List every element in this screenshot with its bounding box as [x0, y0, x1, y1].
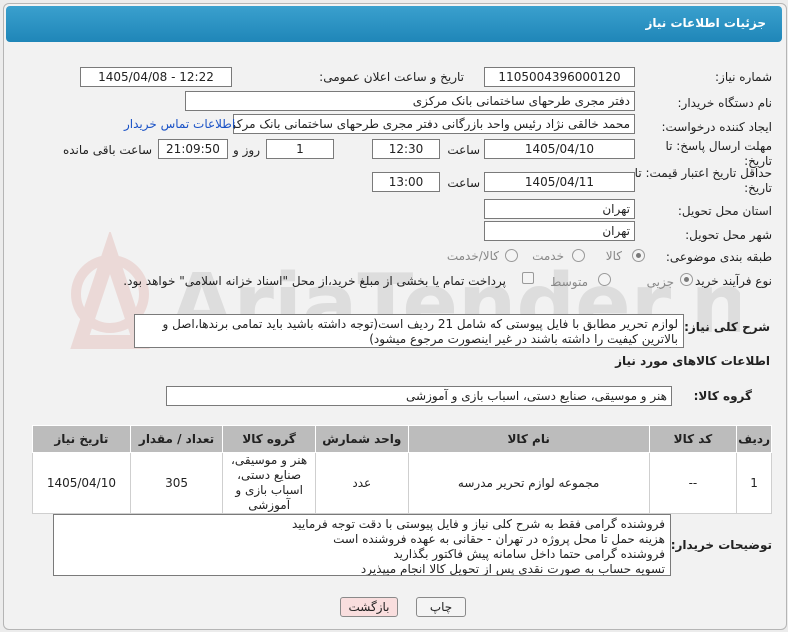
back-button[interactable]: بازگشت	[340, 597, 398, 617]
deadline-label: مهلت ارسال پاسخ: تا تاریخ:	[665, 139, 772, 168]
deadline-date-field: 1405/04/10	[484, 139, 635, 159]
price-validity-time-label: ساعت	[447, 176, 480, 190]
category-option-goods-service: کالا/خدمت	[446, 249, 499, 263]
price-validity-date-field: 1405/04/11	[484, 172, 635, 192]
buyer-notes-textarea[interactable]: فروشنده گرامی فقط به شرح کلی نیاز و فایل…	[53, 514, 671, 576]
process-radio-medium[interactable]	[598, 273, 611, 286]
page-title: جزئیات اطلاعات نیاز	[645, 16, 766, 30]
buyer-contact-link[interactable]: اطلاعات تماس خریدار	[124, 117, 235, 131]
buyer-field: دفتر مجری طرحهای ساختمانی بانک مرکزی	[185, 91, 635, 111]
category-radio-goods[interactable]	[632, 249, 645, 262]
buyer-note-line: تسویه حساب به صورت نقدی پس از تحویل کالا…	[360, 562, 665, 576]
process-option-minor: جزیی	[646, 275, 674, 289]
deadline-time-label: ساعت	[447, 143, 480, 157]
deadline-days-field: 1	[266, 139, 334, 159]
province-label: استان محل تحویل:	[677, 204, 772, 218]
col-qty: تعداد / مقدار	[129, 425, 224, 453]
cell-qty: 305	[129, 452, 224, 514]
province-field: تهران	[484, 199, 635, 219]
table-row: 1 -- مجموعه لوازم تحریر مدرسه عدد هنر و …	[32, 452, 772, 514]
category-radio-service[interactable]	[572, 249, 585, 262]
cell-code: --	[648, 452, 738, 514]
creator-field: محمد خالقی نژاد رئیس واحد بازرگانی دفتر …	[233, 114, 635, 134]
cell-date: 1405/04/10	[32, 452, 131, 514]
print-button[interactable]: چاپ	[416, 597, 466, 617]
col-group: گروه کالا	[222, 425, 316, 453]
need-number-label: شماره نیاز:	[715, 70, 772, 84]
city-label: شهر محل تحویل:	[685, 228, 772, 242]
process-radio-minor[interactable]	[680, 273, 693, 286]
header-bar: جزئیات اطلاعات نیاز	[6, 6, 782, 42]
buyer-note-line: هزینه حمل تا محل پروژه در تهران - حقانی …	[333, 532, 665, 546]
col-code: کد کالا	[648, 425, 738, 453]
cell-group: هنر و موسیقی، صنایع دستی، اسباب بازی و آ…	[222, 452, 316, 514]
city-field: تهران	[484, 221, 635, 241]
items-table-header: ردیف کد کالا نام کالا واحد شمارش گروه کا…	[32, 425, 772, 453]
cell-unit: عدد	[314, 452, 409, 514]
treasury-payment-note: پرداخت تمام یا بخشی از مبلغ خرید،از محل …	[123, 274, 506, 288]
buyer-notes-label: توضیحات خریدار:	[670, 538, 772, 552]
buyer-label: نام دستگاه خریدار:	[677, 96, 773, 110]
remaining-time-label: ساعت باقی مانده	[62, 143, 152, 157]
description-label: شرح کلی نیاز:	[684, 320, 770, 334]
creator-label: ایجاد کننده درخواست:	[661, 120, 772, 134]
goods-group-label: گروه کالا:	[693, 389, 752, 403]
category-label: طبقه بندی موضوعی:	[665, 250, 772, 264]
category-option-goods: کالا	[605, 249, 622, 263]
cell-row: 1	[736, 452, 772, 514]
category-radio-goods-service[interactable]	[505, 249, 518, 262]
items-table: ردیف کد کالا نام کالا واحد شمارش گروه کا…	[32, 425, 772, 514]
cell-name: مجموعه لوازم تحریر مدرسه	[407, 452, 650, 514]
col-unit: واحد شمارش	[314, 425, 409, 453]
buyer-note-line: فروشنده گرامی حتما داخل سامانه پیش فاکتو…	[393, 547, 665, 561]
process-label: نوع فرآیند خرید :	[687, 274, 772, 288]
deadline-days-label: روز و	[233, 143, 260, 157]
description-textarea[interactable]: لوازم تحریر مطابق با فایل پیوستی که شامل…	[134, 314, 684, 348]
goods-section-title: اطلاعات کالاهای مورد نیاز	[615, 354, 770, 368]
price-validity-time-field: 13:00	[372, 172, 440, 192]
remaining-time-field: 21:09:50	[158, 139, 228, 159]
col-row: ردیف	[736, 425, 772, 453]
goods-group-field: هنر و موسیقی، صنایع دستی، اسباب بازی و آ…	[166, 386, 672, 406]
category-option-service: خدمت	[532, 249, 564, 263]
col-name: نام کالا	[407, 425, 650, 453]
announce-label: تاریخ و ساعت اعلان عمومی:	[319, 70, 464, 84]
col-date: تاریخ نیاز	[32, 425, 131, 453]
need-number-field: 1105004396000120	[484, 67, 635, 87]
announce-field: 1405/04/08 - 12:22	[80, 67, 232, 87]
deadline-time-field: 12:30	[372, 139, 440, 159]
price-validity-label: حداقل تاریخ اعتبار قیمت: تا تاریخ:	[634, 166, 772, 195]
treasury-payment-checkbox[interactable]	[522, 272, 534, 284]
buyer-note-line: فروشنده گرامی فقط به شرح کلی نیاز و فایل…	[292, 517, 665, 531]
process-option-medium: متوسط	[550, 275, 588, 289]
